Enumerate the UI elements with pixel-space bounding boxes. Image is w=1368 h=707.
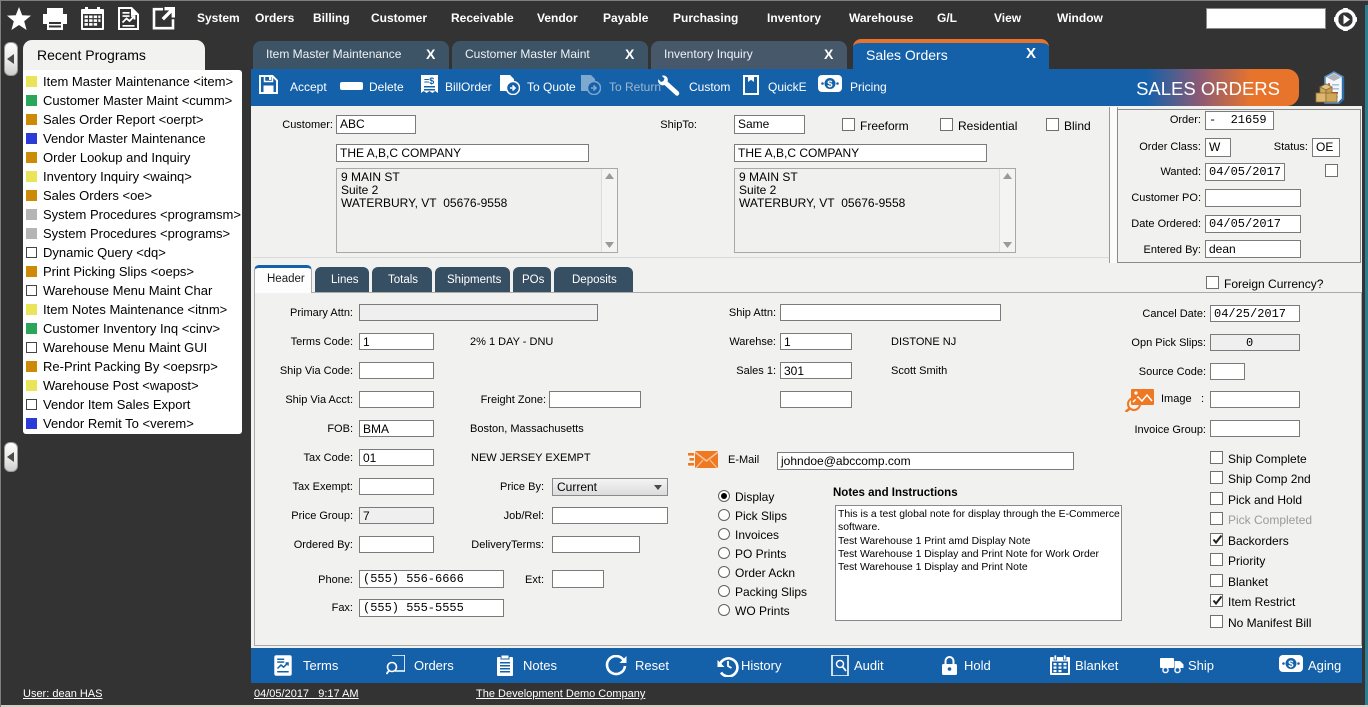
svg-text:=$: =$: [424, 76, 434, 86]
svg-text:$: $: [1288, 659, 1294, 670]
svg-text:$: $: [827, 79, 833, 90]
